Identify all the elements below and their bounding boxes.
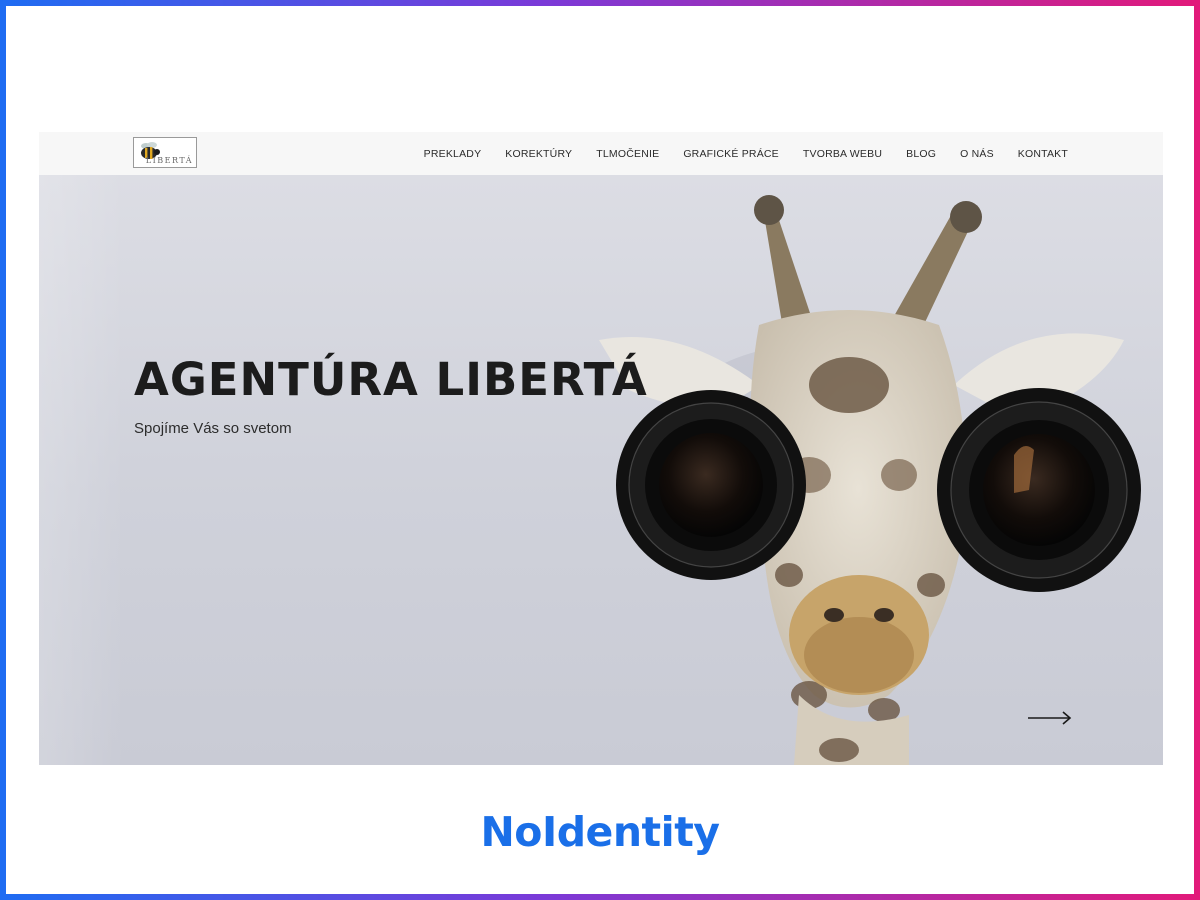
nav-item-tvorba-webu[interactable]: TVORBA WEBU (803, 148, 882, 160)
hero-banner: AGENTÚRA LIBERTÁ Spojíme Vás so svetom (39, 175, 1163, 765)
arrow-right-icon[interactable] (1027, 709, 1073, 727)
nav-item-blog[interactable]: BLOG (906, 148, 936, 160)
site-header: LIBERTÁ PREKLADY KOREKTÚRY TLMOČENIE GRA… (39, 132, 1163, 176)
hero-title: AGENTÚRA LIBERTÁ (134, 353, 648, 406)
main-navigation: PREKLADY KOREKTÚRY TLMOČENIE GRAFICKÉ PR… (400, 132, 1068, 175)
website-screenshot: LIBERTÁ PREKLADY KOREKTÚRY TLMOČENIE GRA… (39, 132, 1163, 765)
giraffe-with-lenses-image (599, 195, 1141, 765)
site-logo[interactable]: LIBERTÁ (133, 137, 197, 168)
nav-item-preklady[interactable]: PREKLADY (424, 148, 482, 160)
hero-light-band (39, 175, 125, 765)
nav-item-korektury[interactable]: KOREKTÚRY (505, 148, 572, 160)
nav-item-kontakt[interactable]: KONTAKT (1018, 148, 1068, 160)
nav-item-o-nas[interactable]: O NÁS (960, 148, 994, 160)
logo-text: LIBERTÁ (145, 156, 193, 165)
hero-subtitle: Spojíme Vás so svetom (134, 420, 292, 437)
nav-item-graficke-prace[interactable]: GRAFICKÉ PRÁCE (683, 148, 779, 160)
noidentity-brand-logo: NoIdentity (480, 808, 720, 856)
nav-item-tlmocenie[interactable]: TLMOČENIE (596, 148, 659, 160)
